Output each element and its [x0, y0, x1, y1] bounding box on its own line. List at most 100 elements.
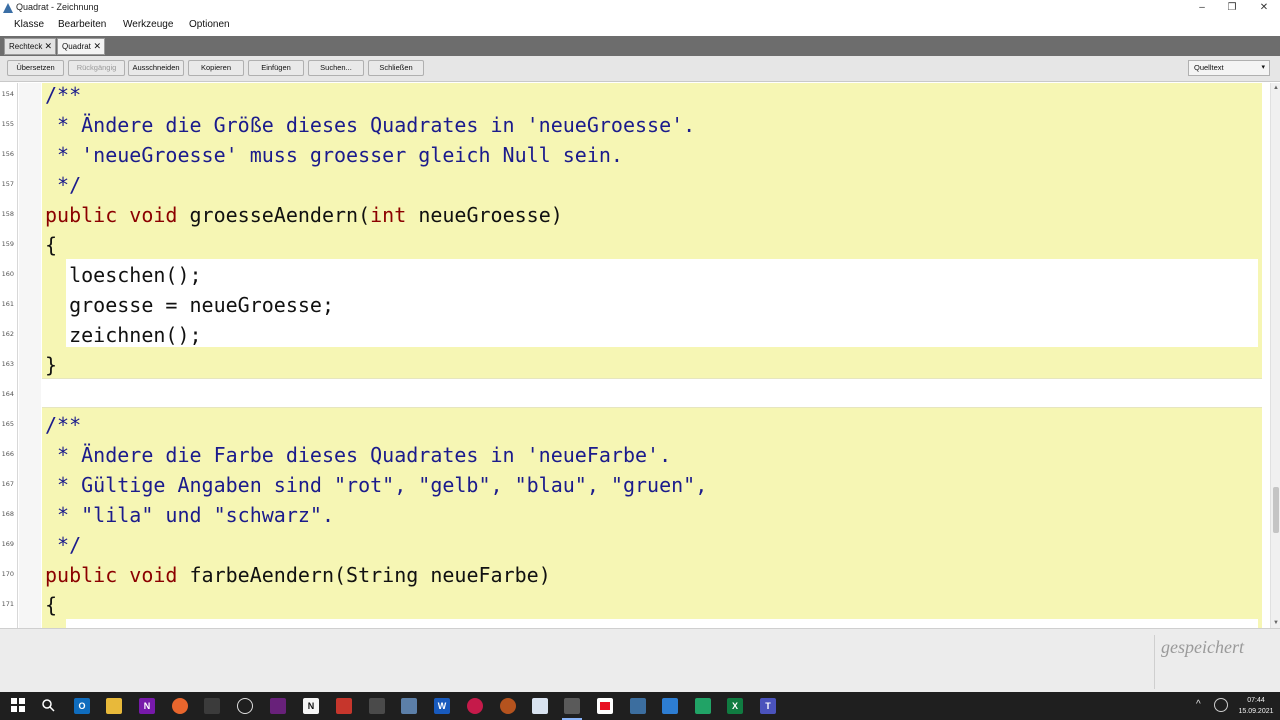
line-number: 155 — [1, 120, 14, 128]
line-number: 162 — [1, 330, 14, 338]
video-icon[interactable] — [597, 698, 613, 714]
code-line: zeichnen(); — [45, 323, 202, 347]
title-bar: Quadrat - Zeichnung – ❐ ✕ — [0, 0, 1280, 16]
taskbar-clock[interactable]: 07:44 15.09.2021 — [1234, 695, 1278, 717]
scroll-up-icon[interactable]: ▲ — [1271, 83, 1280, 93]
view-mode-select[interactable]: Quelltext ▾ — [1188, 60, 1270, 76]
code-line: * 'neueGroesse' muss groesser gleich Nul… — [45, 143, 623, 167]
search-icon[interactable] — [40, 698, 56, 714]
menu-optionen[interactable]: Optionen — [189, 19, 230, 30]
keyword: public — [45, 203, 118, 227]
visual-studio-icon[interactable] — [270, 698, 286, 714]
code-line: } — [45, 353, 58, 377]
keyword: int — [370, 203, 407, 227]
minimize-button[interactable]: – — [1192, 1, 1212, 15]
cut-button[interactable]: Ausschneiden — [128, 60, 184, 76]
line-number: 169 — [1, 540, 14, 548]
line-number: 160 — [1, 270, 14, 278]
image-viewer-icon[interactable] — [401, 698, 417, 714]
copy-button[interactable]: Kopieren — [188, 60, 244, 76]
find-button[interactable]: Suchen... — [308, 60, 364, 76]
code-line: groesse = neueGroesse; — [45, 293, 334, 317]
method-name: farbeAendern(String neueFarbe) — [189, 563, 551, 587]
code-editor[interactable]: 154 155 156 157 158 159 160 161 162 163 … — [0, 83, 1280, 628]
keyword: void — [129, 203, 178, 227]
code-line: /** — [45, 413, 82, 437]
save-status: gespeichert — [1161, 637, 1244, 657]
code-line: /** — [45, 83, 82, 107]
outlook-icon[interactable]: O — [74, 698, 90, 714]
line-number: 154 — [1, 90, 14, 98]
raspberry-icon[interactable] — [467, 698, 483, 714]
browser-icon[interactable] — [237, 698, 253, 714]
method-name: groesseAendern( — [189, 203, 371, 227]
code-line: { — [45, 233, 58, 257]
compile-button[interactable]: Übersetzen — [7, 60, 64, 76]
blank-line-band — [42, 378, 1262, 408]
menu-klasse[interactable]: Klasse — [14, 19, 44, 30]
tab-label: Quadrat — [62, 42, 91, 51]
close-button[interactable]: Schließen — [368, 60, 424, 76]
scope-strip — [19, 83, 41, 628]
terminal-icon[interactable] — [369, 698, 385, 714]
line-number: 163 — [1, 360, 14, 368]
line-number: 167 — [1, 480, 14, 488]
menu-bearbeiten[interactable]: Bearbeiten — [58, 19, 106, 30]
maximize-button[interactable]: ❐ — [1222, 1, 1242, 15]
clock-date: 15.09.2021 — [1238, 708, 1274, 715]
notion-icon[interactable]: N — [303, 698, 319, 714]
teams-icon[interactable]: T — [760, 698, 776, 714]
tab-rechteck[interactable]: Rechteck ✕ — [4, 38, 56, 55]
app-icon[interactable] — [500, 698, 516, 714]
bluej-editor-window: Quadrat - Zeichnung – ❐ ✕ Klasse Bearbei… — [0, 0, 1280, 720]
app-icon[interactable] — [204, 698, 220, 714]
status-divider — [1154, 635, 1155, 689]
code-line: * Ändere die Farbe dieses Quadrates in '… — [45, 443, 672, 467]
windows-start-icon[interactable] — [10, 698, 26, 714]
tray-chevron-icon[interactable]: ^ — [1196, 699, 1201, 710]
line-number: 165 — [1, 420, 14, 428]
code-line: * "lila" und "schwarz". — [45, 503, 334, 527]
photos-icon[interactable] — [662, 698, 678, 714]
line-number: 170 — [1, 570, 14, 578]
menu-werkzeuge[interactable]: Werkzeuge — [123, 19, 173, 30]
keyword: public — [45, 563, 118, 587]
firefox-icon[interactable] — [172, 698, 188, 714]
bluej-icon[interactable] — [532, 698, 548, 714]
acrobat-icon[interactable] — [336, 698, 352, 714]
word-icon[interactable]: W — [434, 698, 450, 714]
parameter: neueGroesse) — [418, 203, 563, 227]
status-area: gespeichert — [0, 628, 1280, 692]
keyword: void — [129, 563, 178, 587]
close-tab-icon[interactable]: ✕ — [44, 39, 52, 54]
line-number-gutter: 154 155 156 157 158 159 160 161 162 163 … — [0, 83, 18, 628]
file-explorer-icon[interactable] — [106, 698, 122, 714]
vertical-scrollbar[interactable]: ▲ ▼ — [1270, 83, 1280, 628]
view-mode-value: Quelltext — [1194, 63, 1224, 72]
undo-button[interactable]: Rückgängig — [68, 60, 125, 76]
close-window-button[interactable]: ✕ — [1254, 1, 1274, 15]
line-number: 157 — [1, 180, 14, 188]
close-tab-icon[interactable]: ✕ — [93, 39, 101, 54]
line-number: 158 — [1, 210, 14, 218]
onenote-icon[interactable]: N — [139, 698, 155, 714]
line-number: 166 — [1, 450, 14, 458]
line-number: 159 — [1, 240, 14, 248]
line-number: 156 — [1, 150, 14, 158]
line-number: 164 — [1, 390, 14, 398]
tray-app-icon[interactable] — [1214, 698, 1228, 712]
excel-icon[interactable]: X — [727, 698, 743, 714]
scrollbar-thumb[interactable] — [1273, 487, 1279, 533]
app-icon — [3, 3, 13, 13]
code-line: */ — [45, 173, 82, 197]
tab-label: Rechteck — [9, 42, 43, 51]
calculator-icon[interactable] — [630, 698, 646, 714]
bluej-active-icon[interactable] — [564, 698, 580, 714]
taskbar: O N N W X T ^ 07:44 15.09.2021 — [0, 692, 1280, 720]
paste-button[interactable]: Einfügen — [248, 60, 304, 76]
tab-quadrat[interactable]: Quadrat ✕ — [57, 38, 105, 55]
sheet-icon[interactable] — [695, 698, 711, 714]
toolbar: Übersetzen Rückgängig Ausschneiden Kopie… — [0, 56, 1280, 82]
scroll-down-icon[interactable]: ▼ — [1271, 618, 1280, 628]
code-line: loeschen(); — [45, 263, 202, 287]
